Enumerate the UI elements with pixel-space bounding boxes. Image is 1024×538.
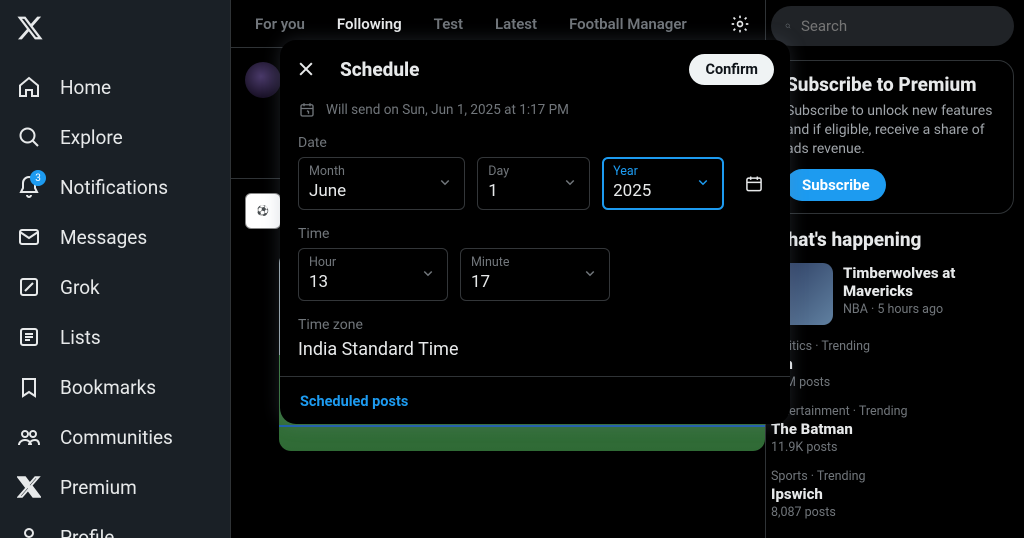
nav-label: Bookmarks [60, 376, 156, 399]
trend-title: fah [771, 355, 1014, 373]
nav-label: Premium [60, 476, 137, 499]
nav-premium[interactable]: Premium [0, 462, 230, 512]
trend-item[interactable]: Politics · Trending fah 21M posts [771, 339, 1014, 390]
trend-sub: 21M posts [771, 375, 1014, 390]
trend-sub: 11.9K posts [771, 440, 1014, 455]
nav-notifications[interactable]: 3 Notifications [0, 162, 230, 212]
timezone-label: Time zone [280, 315, 790, 339]
premium-body: Subscribe to unlock new features and if … [786, 102, 999, 159]
hour-select[interactable]: Hour 13 [298, 248, 448, 301]
bell-icon: 3 [16, 174, 42, 200]
tab-label: Latest [495, 15, 537, 33]
search-icon [785, 17, 791, 35]
x-icon [16, 474, 42, 500]
nav-label: Lists [60, 326, 101, 349]
select-value: 13 [309, 272, 437, 292]
subscribe-button[interactable]: Subscribe [786, 169, 886, 201]
tab-label: Football Manager [569, 15, 687, 33]
communities-icon [16, 424, 42, 450]
profile-icon [16, 524, 42, 538]
scheduled-posts-link[interactable]: Scheduled posts [300, 393, 408, 410]
chevron-down-icon [581, 264, 599, 286]
right-column: Subscribe to Premium Subscribe to unlock… [766, 0, 1024, 538]
day-select[interactable]: Day 1 [477, 157, 590, 210]
bookmark-icon [16, 374, 42, 400]
trend-item[interactable]: Timberwolves at Mavericks NBA · 5 hours … [771, 263, 1014, 325]
premium-title: Subscribe to Premium [786, 73, 999, 96]
close-button[interactable] [296, 59, 318, 81]
trend-meta: Politics · Trending [771, 339, 1014, 354]
time-label: Time [280, 224, 790, 248]
calendar-button[interactable] [736, 174, 772, 194]
trend-title: Timberwolves at Mavericks [843, 264, 1014, 300]
chevron-down-icon [561, 173, 579, 195]
nav-lists[interactable]: Lists [0, 312, 230, 362]
nav-label: Messages [60, 226, 147, 249]
send-time-text: Will send on Sun, Jun 1, 2025 at 1:17 PM [326, 102, 569, 118]
nav-label: Home [60, 76, 111, 99]
minute-select[interactable]: Minute 17 [460, 248, 610, 301]
schedule-modal: Schedule Confirm Will send on Sun, Jun 1… [280, 40, 790, 424]
nav-home[interactable]: Home [0, 62, 230, 112]
nav-communities[interactable]: Communities [0, 412, 230, 462]
calendar-icon [744, 174, 764, 194]
select-value: 17 [471, 272, 599, 292]
notification-badge: 3 [30, 170, 46, 186]
happening-title: What's happening [771, 228, 1014, 251]
avatar[interactable] [245, 62, 281, 98]
select-label: Minute [471, 255, 599, 270]
chevron-down-icon [694, 173, 712, 195]
trend-title: Ipswich [771, 485, 1014, 503]
nav-messages[interactable]: Messages [0, 212, 230, 262]
nav-profile[interactable]: Profile [0, 512, 230, 538]
mail-icon [16, 224, 42, 250]
select-label: Month [309, 164, 454, 179]
modal-title: Schedule [340, 58, 667, 81]
close-icon [296, 59, 316, 79]
chevron-down-icon [436, 173, 454, 195]
nav-bookmarks[interactable]: Bookmarks [0, 362, 230, 412]
grok-icon [16, 274, 42, 300]
post-avatar[interactable]: ⚽ [245, 193, 281, 229]
nav-label: Explore [60, 126, 123, 149]
trend-meta: Sports · Trending [771, 469, 1014, 484]
tab-label: For you [255, 15, 305, 33]
x-logo[interactable] [0, 6, 230, 62]
year-select[interactable]: Year 2025 [602, 157, 724, 210]
chevron-down-icon [419, 264, 437, 286]
gear-icon [730, 14, 750, 34]
sidebar: Home Explore 3 Notifications Messages Gr… [0, 0, 230, 538]
trend-item[interactable]: Sports · Trending Ipswich 8,087 posts [771, 469, 1014, 520]
nav-grok[interactable]: Grok [0, 262, 230, 312]
confirm-button[interactable]: Confirm [689, 54, 774, 85]
trend-title: The Batman [771, 420, 1014, 438]
date-label: Date [280, 133, 790, 157]
search-box[interactable] [771, 6, 1014, 46]
search-input[interactable] [801, 17, 1000, 35]
trend-item[interactable]: Entertainment · Trending The Batman 11.9… [771, 404, 1014, 455]
trend-meta: NBA · 5 hours ago [843, 302, 1014, 317]
lists-icon [16, 324, 42, 350]
timezone-value: India Standard Time [280, 339, 790, 376]
schedule-icon [298, 101, 316, 119]
trend-sub: 8,087 posts [771, 505, 1014, 520]
nav-label: Communities [60, 426, 173, 449]
trend-meta: Entertainment · Trending [771, 404, 1014, 419]
tab-label: Test [434, 15, 463, 33]
nav-label: Profile [60, 526, 114, 538]
select-value: June [309, 181, 454, 201]
premium-card: Subscribe to Premium Subscribe to unlock… [771, 60, 1014, 214]
nav-label: Grok [60, 276, 100, 299]
nav-label: Notifications [60, 176, 168, 199]
select-label: Hour [309, 255, 437, 270]
nav-explore[interactable]: Explore [0, 112, 230, 162]
home-icon [16, 74, 42, 100]
search-icon [16, 124, 42, 150]
tab-label: Following [337, 15, 402, 33]
month-select[interactable]: Month June [298, 157, 465, 210]
whats-happening: What's happening Timberwolves at Maveric… [771, 228, 1014, 520]
timeline-settings-button[interactable] [723, 7, 757, 41]
